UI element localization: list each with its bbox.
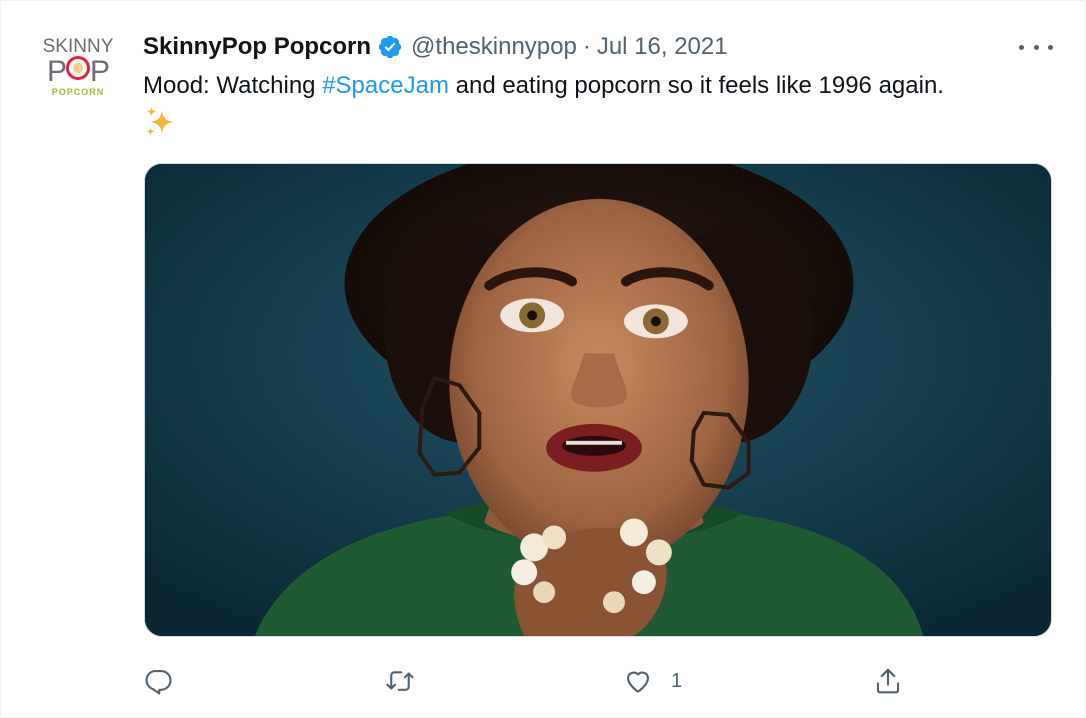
verified-badge-icon <box>378 35 402 59</box>
more-dots-icon[interactable] <box>1019 37 1053 57</box>
author-handle[interactable]: @theskinnypop <box>411 33 577 61</box>
popcorn-logo-icon <box>66 56 90 80</box>
tweet-actions: 1 <box>143 661 1053 701</box>
separator-dot: · <box>582 33 591 60</box>
reply-button[interactable] <box>143 661 173 701</box>
tweet-text-after: and eating popcorn so it feels like 1996… <box>448 72 944 99</box>
share-button[interactable] <box>873 661 903 701</box>
retweet-icon <box>386 671 414 691</box>
avatar-logo-line1: SKINNY <box>42 36 114 57</box>
tweet-text-before: Mood: Watching <box>143 72 323 99</box>
share-icon <box>876 668 900 694</box>
tweet-photo[interactable] <box>144 163 1052 637</box>
author-name[interactable]: SkinnyPop Popcorn <box>143 33 371 61</box>
sparkles-icon <box>146 106 174 136</box>
hashtag-link[interactable]: #SpaceJam <box>322 72 449 99</box>
avatar-logo-line2: PP <box>46 55 110 88</box>
more-dot <box>1033 44 1039 50</box>
more-dot <box>1048 44 1053 50</box>
avatar-logo-p2: P <box>90 55 110 88</box>
reply-icon <box>145 669 172 695</box>
photo-woman-eating-popcorn <box>145 164 1051 636</box>
like-button[interactable]: 1 <box>623 661 682 701</box>
tweet-text: Mood: Watching #SpaceJam and eating popc… <box>143 69 1053 139</box>
tweet-header: SkinnyPop Popcorn @theskinnypop · Jul 16… <box>143 31 728 63</box>
tweet-card[interactable]: SKINNY PP POPCORN SkinnyPop Popcorn @the… <box>0 0 1086 718</box>
more-dot <box>1019 44 1024 50</box>
avatar[interactable]: SKINNY PP POPCORN <box>39 37 117 107</box>
tweet-date[interactable]: Jul 16, 2021 <box>597 33 728 61</box>
avatar-logo-p1: P <box>46 55 67 88</box>
retweet-button[interactable] <box>385 661 415 701</box>
heart-icon <box>626 671 650 693</box>
like-count: 1 <box>671 669 683 692</box>
